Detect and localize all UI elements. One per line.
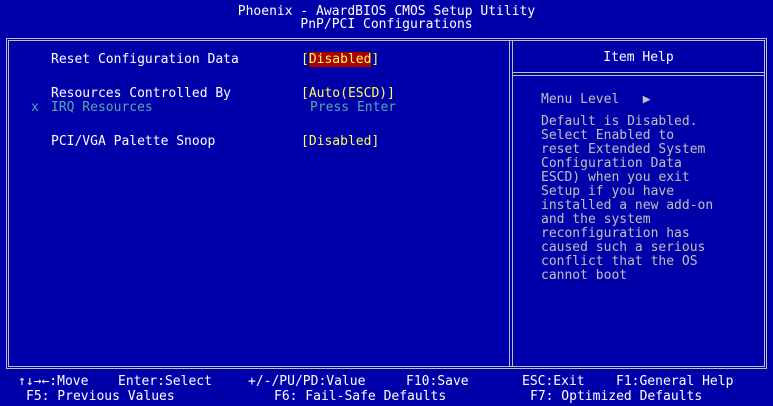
key-general-help: F1:General Help xyxy=(616,374,734,389)
irq-resources-value[interactable]: Press Enter xyxy=(310,100,396,116)
bios-header: Phoenix - AwardBIOS CMOS Setup Utility P… xyxy=(0,0,773,38)
key-value: +/-/PU/PD:Value xyxy=(248,374,366,389)
key-failsafe: F6: Fail-Safe Defaults xyxy=(274,389,447,404)
bracket-open: [ xyxy=(301,52,309,67)
irq-marker: x xyxy=(31,100,39,115)
palette-snoop-label: PCI/VGA Palette Snoop xyxy=(51,134,216,149)
item-help-title: Item Help xyxy=(603,50,674,65)
key-exit: ESC:Exit xyxy=(522,374,585,389)
menu-level: Menu Level ▶ xyxy=(541,92,651,107)
irq-resources-label: IRQ Resources xyxy=(51,100,153,115)
key-optimized: F7: Optimized Defaults xyxy=(530,389,703,404)
page-title: PnP/PCI Configurations xyxy=(300,17,473,32)
panel-divider xyxy=(509,41,513,366)
key-legend: ↑↓→←:Move Enter:Select +/-/PU/PD:Value F… xyxy=(0,372,773,406)
key-previous: F5: Previous Values xyxy=(26,389,175,404)
arrow-right-icon: ▶ xyxy=(642,92,651,107)
menu-level-label: Menu Level xyxy=(541,92,620,107)
reset-config-value[interactable]: [Disabled] xyxy=(301,52,379,68)
help-text: Default is Disabled. Select Enabled to r… xyxy=(541,114,714,283)
key-save: F10:Save xyxy=(406,374,469,389)
help-separator xyxy=(513,72,764,76)
bracket-close: ] xyxy=(371,52,380,67)
reset-config-selected[interactable]: Disabled xyxy=(308,52,372,67)
key-move: ↑↓→←:Move xyxy=(18,374,89,389)
key-enter: Enter:Select xyxy=(118,374,212,389)
reset-config-label: Reset Configuration Data xyxy=(51,52,239,67)
palette-snoop-value[interactable]: [Disabled] xyxy=(301,134,379,150)
